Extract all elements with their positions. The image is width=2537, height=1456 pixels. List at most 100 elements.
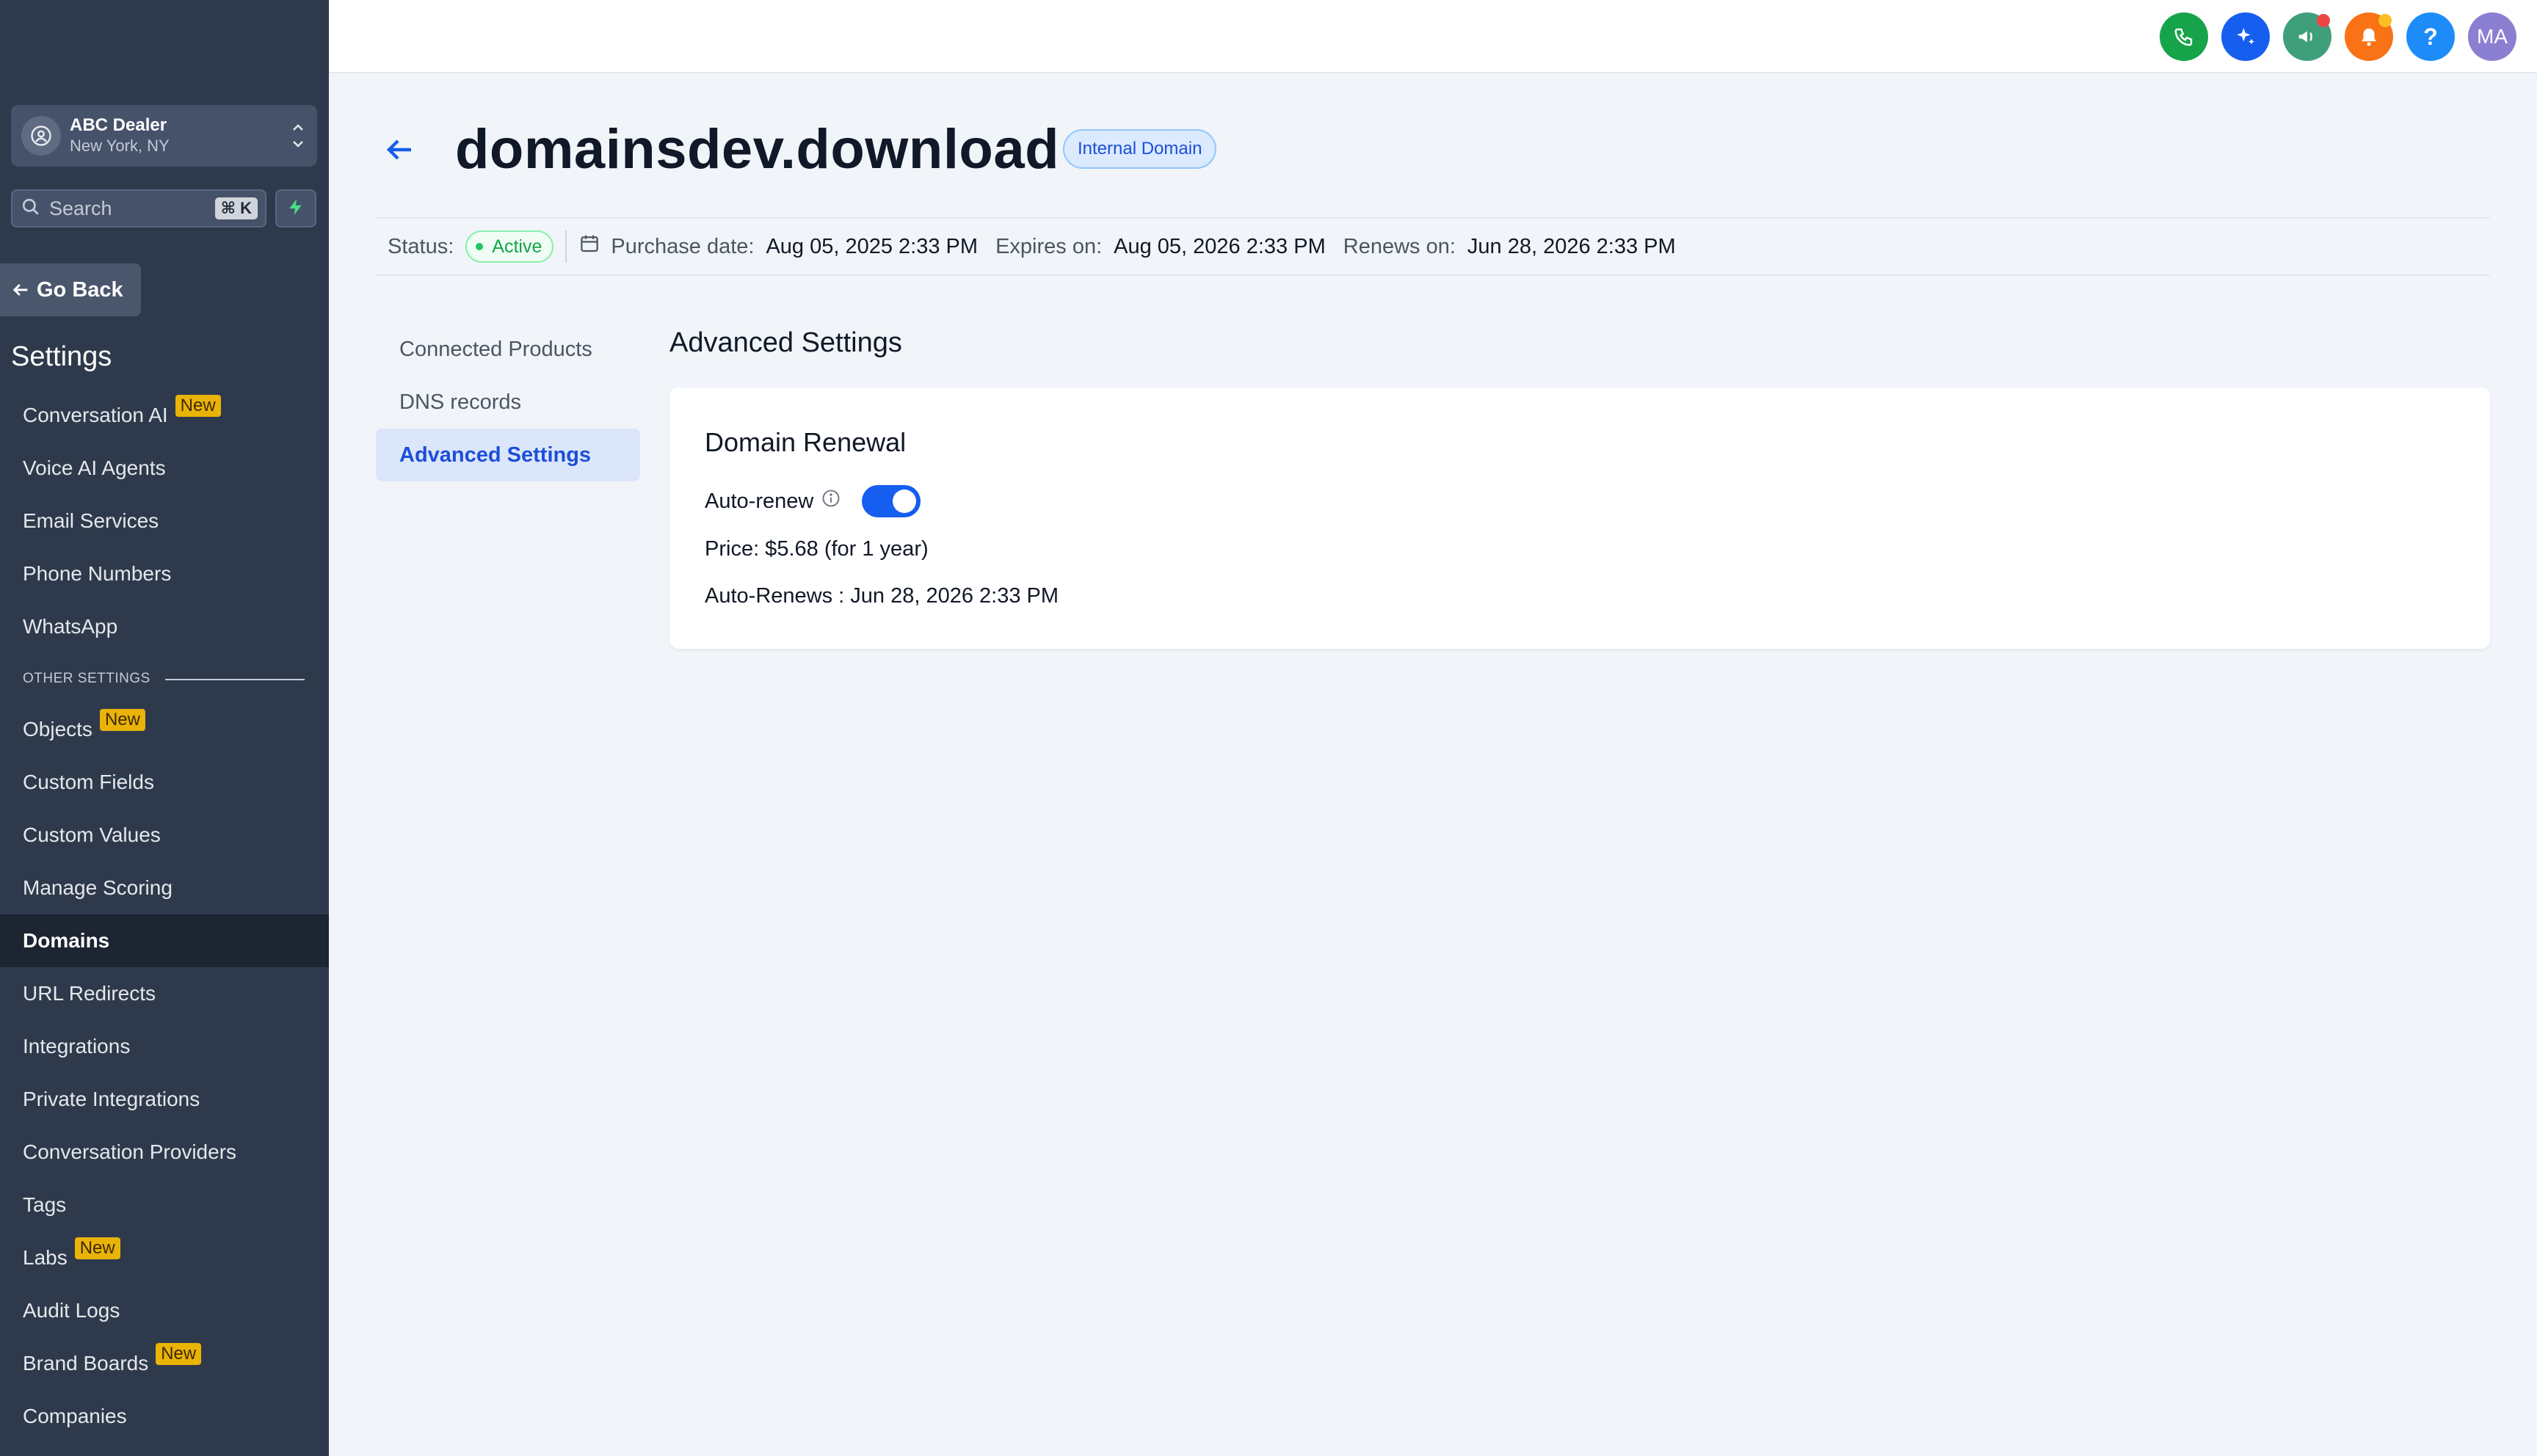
settings-title: Settings [11,341,112,372]
tab-dns-records[interactable]: DNS records [376,376,640,429]
sidebar-item-objects[interactable]: Objects New [0,703,329,756]
notification-dot [2378,14,2392,27]
sidebar-item-labs[interactable]: Labs New [0,1231,329,1284]
location-city: New York, NY [70,136,170,156]
sidebar-item-private-integrations[interactable]: Private Integrations [0,1073,329,1126]
page-title: domainsdev.download [455,118,1060,181]
sidebar-item-label: Conversation AI [23,404,168,426]
sidebar-item-phone-numbers[interactable]: Phone Numbers [0,547,329,600]
sidebar-item-brand-boards[interactable]: Brand Boards New [0,1337,329,1390]
domain-type-badge: Internal Domain [1063,129,1217,169]
sidebar-item-label: Custom Values [23,823,161,846]
sidebar-item-audit-logs[interactable]: Audit Logs [0,1284,329,1337]
lightning-icon [286,197,305,220]
auto-renew-toggle[interactable] [862,485,921,517]
domain-renewal-card: Domain Renewal Auto-renew Price: $5.68 (… [669,387,2490,649]
sidebar-item-label: Integrations [23,1035,131,1058]
status-badge: Active [465,230,554,263]
sidebar-item-label: URL Redirects [23,982,156,1005]
quick-action-button[interactable] [275,189,316,228]
sidebar-item-custom-fields[interactable]: Custom Fields [0,756,329,809]
auto-renew-row: Auto-renew [705,485,921,517]
sidebar-item-label: Manage Scoring [23,876,173,899]
sidebar-item-label: Voice AI Agents [23,456,166,479]
domain-meta-bar: Status: Active Purchase date: Aug 05, 20… [376,217,2490,276]
help-glyph: ? [2423,23,2438,50]
tab-label: Connected Products [399,337,592,361]
new-badge: New [74,1237,120,1259]
new-badge: New [99,709,145,731]
card-title: Domain Renewal [705,427,907,457]
location-avatar-icon [21,116,61,156]
sidebar-item-email-services[interactable]: Email Services [0,495,329,547]
section-divider [165,679,305,680]
go-back-button[interactable]: Go Back [0,263,141,316]
purchase-date-value: Aug 05, 2025 2:33 PM [766,234,979,258]
status-dot-icon [476,243,484,250]
toggle-knob [893,489,917,513]
auto-renew-label: Auto-renew [705,489,814,513]
expires-value: Aug 05, 2026 2:33 PM [1114,234,1326,258]
bell-icon[interactable] [2345,12,2393,61]
tab-connected-products[interactable]: Connected Products [376,323,640,376]
search-icon [21,197,40,220]
tab-label: DNS records [399,390,521,414]
sidebar: ABC Dealer New York, NY Search ⌘ K Go Ba… [0,0,329,1456]
sidebar-item-conversation-ai[interactable]: Conversation AI New [0,389,329,442]
sidebar-item-conversation-providers[interactable]: Conversation Providers [0,1126,329,1179]
status-value: Active [492,236,542,257]
sidebar-item-voice-ai-agents[interactable]: Voice AI Agents [0,442,329,495]
sidebar-item-tags[interactable]: Tags [0,1179,329,1231]
price-text: Price: $5.68 (for 1 year) [705,537,929,561]
arrow-left-icon [12,283,28,296]
back-arrow-icon[interactable] [382,132,417,171]
new-badge: New [156,1343,202,1365]
purchase-date-label: Purchase date: [611,234,755,258]
help-icon[interactable]: ? [2406,12,2455,61]
expires-label: Expires on: [995,234,1103,258]
notification-dot [2317,14,2330,27]
status-label: Status: [388,234,454,258]
search-input[interactable]: Search ⌘ K [11,189,266,228]
sidebar-item-url-redirects[interactable]: URL Redirects [0,967,329,1020]
sidebar-item-label: WhatsApp [23,615,118,638]
renews-value: Jun 28, 2026 2:33 PM [1467,234,1676,258]
sidebar-item-label: Audit Logs [23,1299,120,1322]
avatar[interactable]: MA [2468,12,2516,61]
app-root: ABC Dealer New York, NY Search ⌘ K Go Ba… [0,0,2537,1456]
sidebar-item-label: Companies [23,1405,127,1427]
sidebar-item-integrations[interactable]: Integrations [0,1020,329,1073]
renews-label: Renews on: [1343,234,1456,258]
phone-icon[interactable] [2160,12,2208,61]
sidebar-item-custom-values[interactable]: Custom Values [0,809,329,862]
top-bar: ? MA [329,0,2537,73]
sidebar-item-label: Conversation Providers [23,1140,237,1163]
sidebar-item-label: Objects [23,718,92,740]
sidebar-item-whatsapp[interactable]: WhatsApp [0,600,329,653]
new-badge: New [175,395,221,417]
chevron-up-down-icon [291,120,305,152]
sidebar-item-label: Tags [23,1193,67,1216]
sidebar-item-companies[interactable]: Companies [0,1390,329,1443]
location-switcher[interactable]: ABC Dealer New York, NY [11,105,317,167]
info-icon[interactable] [821,488,841,514]
sparkle-icon[interactable] [2221,12,2270,61]
search-shortcut: ⌘ K [214,197,258,219]
location-name: ABC Dealer [70,115,167,136]
calendar-icon [578,233,600,261]
megaphone-icon[interactable] [2283,12,2331,61]
sidebar-item-label: Domains [23,929,110,952]
other-settings-label: OTHER SETTINGS [23,671,150,686]
search-placeholder: Search [49,197,112,219]
sidebar-item-label: Private Integrations [23,1088,200,1110]
tab-advanced-settings[interactable]: Advanced Settings [376,429,640,481]
meta-divider [565,230,567,263]
go-back-label: Go Back [37,277,123,302]
tab-label: Advanced Settings [399,443,592,467]
sidebar-item-domains[interactable]: Domains [0,914,329,967]
panel-title: Advanced Settings [669,327,902,358]
sidebar-item-label: Brand Boards [23,1352,149,1375]
sidebar-item-manage-scoring[interactable]: Manage Scoring [0,862,329,914]
sidebar-item-label: Labs [23,1246,68,1269]
auto-renews-text: Auto-Renews : Jun 28, 2026 2:33 PM [705,584,1059,608]
